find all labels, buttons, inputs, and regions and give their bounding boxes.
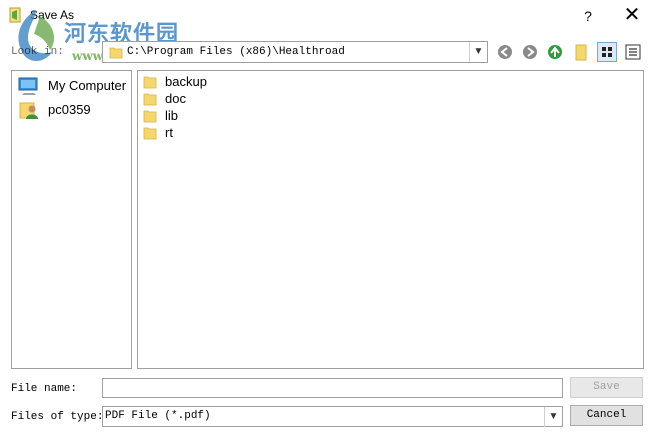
new-folder-button[interactable] (571, 42, 591, 62)
file-name: doc (165, 91, 186, 106)
folder-icon (143, 127, 157, 140)
chevron-down-icon[interactable]: ▼ (469, 42, 487, 62)
computer-icon (18, 77, 38, 95)
user-icon (19, 102, 38, 119)
look-in-label: Look in: (11, 46, 64, 58)
up-folder-button[interactable] (545, 42, 565, 62)
up-arrow-icon (548, 45, 562, 59)
folder-icon (109, 47, 123, 59)
file-name-label: File name: (11, 383, 78, 395)
app-icon (9, 7, 21, 23)
cancel-button[interactable]: Cancel (570, 405, 643, 426)
list-view-button[interactable] (597, 42, 617, 62)
look-in-path: C:\Program Files (x86)\Healthroad (127, 46, 345, 58)
forward-arrow-icon (523, 45, 537, 59)
help-button[interactable]: ? (575, 4, 601, 28)
look-in-combo[interactable]: C:\Program Files (x86)\Healthroad ▼ (102, 41, 488, 63)
folder-icon (143, 93, 157, 106)
place-label: My Computer (48, 78, 127, 93)
back-arrow-icon (498, 45, 512, 59)
place-label: pc0359 (48, 102, 91, 117)
save-button[interactable]: Save (570, 377, 643, 398)
file-name: rt (165, 125, 173, 140)
details-view-button[interactable] (623, 42, 643, 62)
files-of-type-value: PDF File (*.pdf) (105, 410, 211, 422)
chevron-down-icon[interactable]: ▼ (544, 407, 562, 427)
new-folder-icon (575, 44, 587, 61)
file-list: backup doc lib rt (137, 70, 644, 369)
back-button[interactable] (495, 42, 515, 62)
files-of-type-label: Files of type: (11, 411, 104, 423)
file-name-input[interactable] (102, 378, 563, 398)
file-name: backup (165, 74, 207, 89)
list-view-icon (602, 47, 612, 57)
file-name: lib (165, 108, 179, 123)
places-panel: My Computer pc0359 (11, 70, 132, 369)
forward-button[interactable] (520, 42, 540, 62)
close-button[interactable]: ✕ (617, 2, 647, 28)
files-of-type-combo[interactable]: PDF File (*.pdf) ▼ (102, 406, 563, 427)
window-title: Save As (30, 8, 75, 22)
folder-icon (143, 110, 157, 123)
title-bar: Save As ? ✕ (0, 0, 656, 32)
folder-icon (143, 76, 157, 89)
details-view-icon (625, 44, 641, 60)
